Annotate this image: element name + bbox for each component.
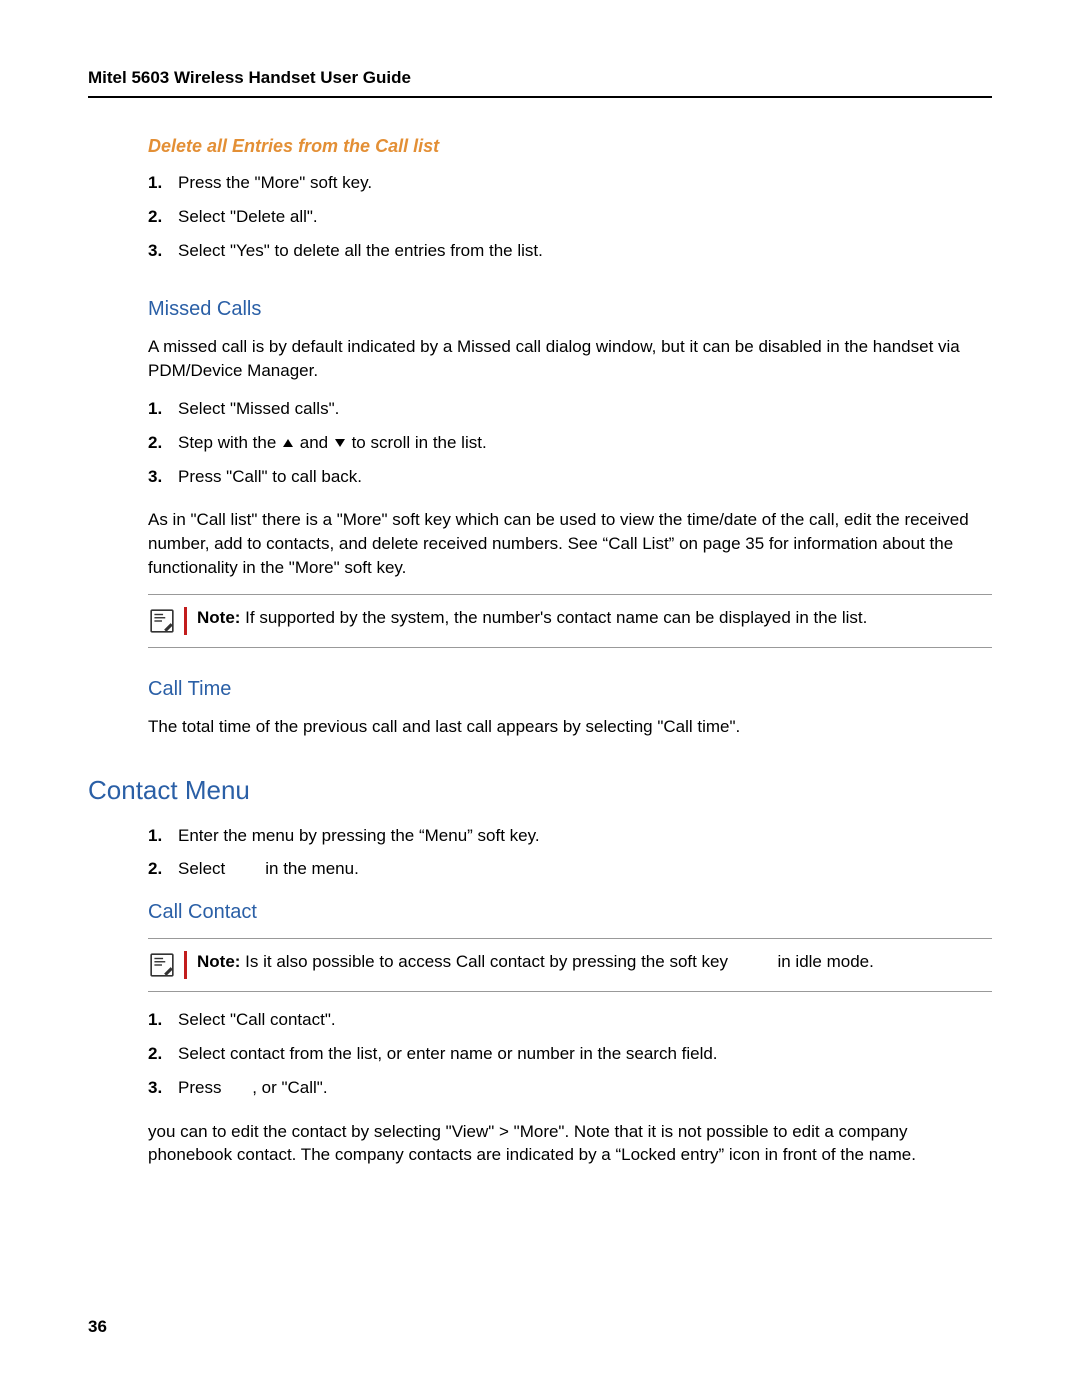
list-text: Press "Call" to call back. (178, 465, 992, 489)
note-icon (148, 951, 176, 979)
text-fragment: Select (178, 859, 225, 878)
list-number: 1. (148, 824, 178, 848)
call-contact-steps: 1.Select "Call contact". 2.Select contac… (148, 1008, 992, 1099)
list-number: 3. (148, 1076, 178, 1100)
missed-calls-steps: 1.Select "Missed calls". 2. Step with th… (148, 397, 992, 488)
note-icon (148, 607, 176, 635)
page: Mitel 5603 Wireless Handset User Guide D… (0, 0, 1080, 1397)
note-body-a: Is it also possible to access Call conta… (240, 952, 732, 971)
list-item: 2.Select "Delete all". (148, 205, 992, 229)
text-fragment: and (300, 433, 333, 452)
note-body-b: in idle mode. (773, 952, 874, 971)
list-number: 2. (148, 431, 178, 455)
page-content: Delete all Entries from the Call list 1.… (88, 136, 992, 1167)
note-text: Note: Is it also possible to access Call… (197, 951, 992, 974)
list-item: 2.Select contact from the list, or enter… (148, 1042, 992, 1066)
list-text: Enter the menu by pressing the “Menu” so… (178, 824, 992, 848)
contact-menu-steps: 1.Enter the menu by pressing the “Menu” … (148, 824, 992, 882)
note-body: If supported by the system, the number's… (240, 608, 867, 627)
heading-call-contact: Call Contact (148, 901, 992, 924)
heading-contact-menu: Contact Menu (88, 775, 992, 806)
call-time-text: The total time of the previous call and … (148, 715, 992, 739)
heading-call-time: Call Time (148, 678, 992, 701)
list-number: 1. (148, 171, 178, 195)
list-text: Select "Yes" to delete all the entries f… (178, 239, 992, 263)
list-item: 1.Press the "More" soft key. (148, 171, 992, 195)
list-number: 2. (148, 1042, 178, 1066)
heading-delete-all: Delete all Entries from the Call list (148, 136, 992, 157)
page-number: 36 (88, 1317, 107, 1337)
call-contact-after: you can to edit the contact by selecting… (148, 1120, 992, 1168)
note-accent-bar (184, 951, 187, 979)
missed-calls-intro: A missed call is by default indicated by… (148, 335, 992, 383)
text-fragment: Press (178, 1078, 226, 1097)
note-label: Note: (197, 952, 240, 971)
list-item: 1.Select "Call contact". (148, 1008, 992, 1032)
list-item: 2. Select in the menu. (148, 857, 992, 881)
note-block: Note: Is it also possible to access Call… (148, 938, 992, 992)
note-text: Note: If supported by the system, the nu… (197, 607, 992, 630)
arrow-up-icon (283, 439, 293, 447)
arrow-down-icon (335, 439, 345, 447)
list-text: Select in the menu. (178, 857, 992, 881)
list-number: 2. (148, 857, 178, 881)
list-text: Step with the and to scroll in the list. (178, 431, 992, 455)
note-block: Note: If supported by the system, the nu… (148, 594, 992, 648)
text-fragment: to scroll in the list. (352, 433, 487, 452)
text-fragment: Step with the (178, 433, 281, 452)
list-item: 2. Step with the and to scroll in the li… (148, 431, 992, 455)
list-text: Press , or "Call". (178, 1076, 992, 1100)
list-item: 1.Select "Missed calls". (148, 397, 992, 421)
list-text: Press the "More" soft key. (178, 171, 992, 195)
note-label: Note: (197, 608, 240, 627)
delete-all-steps: 1.Press the "More" soft key. 2.Select "D… (148, 171, 992, 262)
list-text: Select contact from the list, or enter n… (178, 1042, 992, 1066)
list-number: 1. (148, 397, 178, 421)
list-number: 3. (148, 239, 178, 263)
list-item: 3.Select "Yes" to delete all the entries… (148, 239, 992, 263)
list-number: 2. (148, 205, 178, 229)
list-text: Select "Delete all". (178, 205, 992, 229)
note-accent-bar (184, 607, 187, 635)
missed-calls-after: As in "Call list" there is a "More" soft… (148, 508, 992, 579)
list-number: 1. (148, 1008, 178, 1032)
text-fragment: , or "Call". (252, 1078, 327, 1097)
list-item: 3. Press , or "Call". (148, 1076, 992, 1100)
list-item: 1.Enter the menu by pressing the “Menu” … (148, 824, 992, 848)
text-fragment: in the menu. (265, 859, 359, 878)
heading-missed-calls: Missed Calls (148, 298, 992, 321)
list-number: 3. (148, 465, 178, 489)
list-item: 3.Press "Call" to call back. (148, 465, 992, 489)
list-text: Select "Missed calls". (178, 397, 992, 421)
page-header: Mitel 5603 Wireless Handset User Guide (88, 68, 992, 98)
list-text: Select "Call contact". (178, 1008, 992, 1032)
